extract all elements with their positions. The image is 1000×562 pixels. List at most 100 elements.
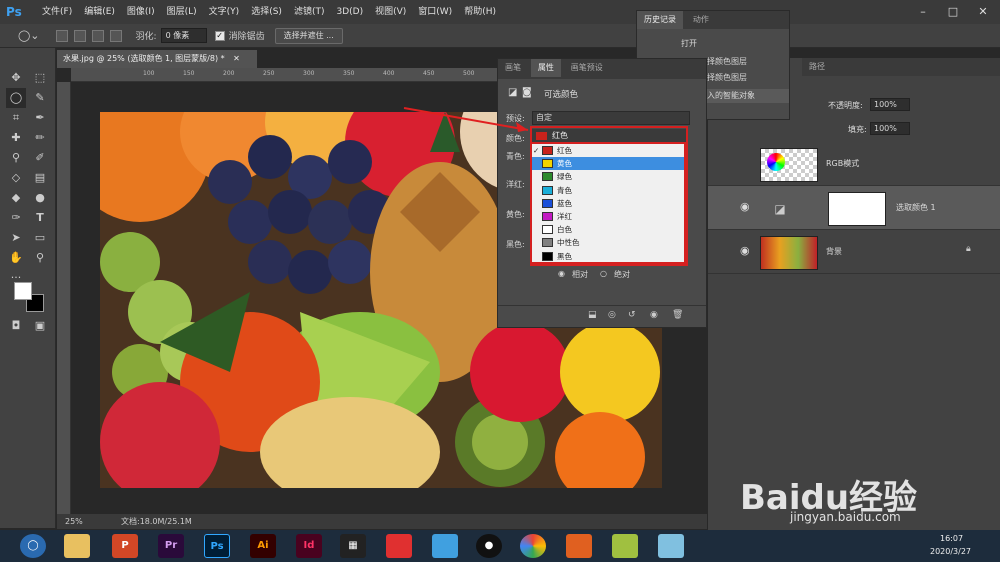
absolute-radio-icon[interactable]: ○ [600, 269, 607, 278]
menu-filter[interactable]: 滤镜(T) [288, 0, 331, 24]
eyedropper-tool-icon[interactable]: ✒ [30, 108, 50, 128]
view-previous-icon[interactable]: ◎ [608, 310, 616, 320]
tab-brush[interactable]: 画笔 [498, 59, 528, 77]
menu-type[interactable]: 文字(Y) [203, 0, 246, 24]
minimize-icon[interactable]: – [908, 0, 938, 24]
blur-tool-icon[interactable]: ◆ [6, 188, 26, 208]
video-editor-icon[interactable]: ▦ [340, 534, 366, 558]
clock-date[interactable]: 2020/3/27 [930, 547, 971, 556]
maximize-icon[interactable]: □ [938, 0, 968, 24]
dodge-tool-icon[interactable]: ● [30, 188, 50, 208]
menu-3d[interactable]: 3D(D) [330, 0, 369, 24]
chrome-icon[interactable] [520, 534, 546, 558]
menu-image[interactable]: 图像(I) [121, 0, 161, 24]
visibility-eye-icon[interactable]: ◉ [740, 200, 750, 213]
path-select-tool-icon[interactable]: ➤ [6, 228, 26, 248]
shape-tool-icon[interactable]: ▭ [30, 228, 50, 248]
relative-radio-icon[interactable]: ◉ [558, 269, 565, 278]
document-tab-title: 水果.jpg @ 25% (选取颜色 1, 图层蒙版/8) * [63, 54, 225, 63]
layer-mask-thumbnail[interactable] [828, 192, 886, 226]
gradient-tool-icon[interactable]: ▤ [30, 168, 50, 188]
antialias-checkbox[interactable]: ✓ [214, 30, 225, 41]
healing-tool-icon[interactable]: ✚ [6, 128, 26, 148]
layer-row[interactable]: ◉ ◪ 选取颜色 1 [708, 186, 1000, 230]
opacity-input[interactable]: 100% [870, 98, 910, 111]
feather-label: 羽化: [135, 32, 157, 42]
foreground-color-swatch[interactable] [14, 282, 32, 300]
move-tool-icon[interactable]: ✥ [6, 68, 26, 88]
quick-mask-icon[interactable]: ◘ [6, 316, 26, 336]
qq-icon[interactable]: ● [476, 534, 502, 558]
tab-brush-presets[interactable]: 画笔预设 [564, 59, 610, 77]
lock-icon: 🔒︎ [966, 244, 971, 254]
crop-tool-icon[interactable]: ⌗ [6, 108, 26, 128]
start-button-icon[interactable]: ◯ [20, 534, 46, 558]
menu-edit[interactable]: 编辑(E) [78, 0, 121, 24]
app-icon[interactable] [566, 534, 592, 558]
tab-properties[interactable]: 属性 [530, 59, 561, 77]
reset-icon[interactable]: ↺ [628, 310, 636, 320]
type-tool-icon[interactable]: T [30, 208, 50, 228]
toggle-visibility-icon[interactable]: ◉ [650, 310, 658, 320]
file-explorer-icon[interactable] [64, 534, 90, 558]
lasso-tool-icon[interactable]: ◯ [6, 88, 26, 108]
preset-select[interactable]: 自定 [532, 111, 690, 125]
layers-panel: 路径 不透明度: 100% 填充: 100% RGB模式 ◉ ◪ 选取颜色 1 … [708, 58, 1000, 530]
brush-tool-icon[interactable]: ✏ [30, 128, 50, 148]
menu-view[interactable]: 视图(V) [369, 0, 412, 24]
app-icon[interactable] [432, 534, 458, 558]
layer-name[interactable]: RGB模式 [826, 158, 859, 169]
close-icon[interactable]: ✕ [968, 0, 998, 24]
layer-name[interactable]: 背景 [826, 246, 842, 257]
intersect-selection-icon[interactable] [109, 29, 122, 42]
opacity-label: 不透明度: [828, 101, 863, 110]
clock-time[interactable]: 16:07 [940, 534, 963, 543]
select-and-mask-button[interactable]: 选择并遮住 ... [274, 27, 343, 44]
layer-name[interactable]: 选取颜色 1 [896, 202, 936, 213]
tab-history[interactable]: 历史记录 [637, 11, 683, 29]
hand-tool-icon[interactable]: ✋ [6, 248, 26, 268]
layer-row[interactable]: RGB模式 [708, 142, 1000, 186]
quick-select-tool-icon[interactable]: ✎ [30, 88, 50, 108]
menu-layer[interactable]: 图层(L) [161, 0, 203, 24]
app-icon[interactable] [658, 534, 684, 558]
menu-window[interactable]: 窗口(W) [412, 0, 458, 24]
clip-to-layer-icon[interactable]: ⬓ [588, 310, 597, 320]
indesign-icon[interactable]: Id [296, 534, 322, 558]
subtract-selection-icon[interactable] [91, 29, 104, 42]
feather-input[interactable]: 0 像素 [160, 28, 207, 43]
close-tab-icon[interactable]: ✕ [233, 54, 240, 63]
zoom-tool-icon[interactable]: ⚲ [30, 248, 50, 268]
menu-help[interactable]: 帮助(H) [458, 0, 502, 24]
mask-icon: ◙ [522, 87, 532, 98]
history-brush-tool-icon[interactable]: ✐ [30, 148, 50, 168]
zoom-level[interactable]: 25% [65, 514, 83, 529]
document-tab[interactable]: 水果.jpg @ 25% (选取颜色 1, 图层蒙版/8) * ✕ [57, 50, 257, 68]
visibility-eye-icon[interactable]: ◉ [740, 244, 750, 257]
eraser-tool-icon[interactable]: ◇ [6, 168, 26, 188]
delete-icon[interactable]: 🗑︎ [672, 310, 683, 320]
screen-mode-icon[interactable]: ▣ [30, 316, 50, 336]
menu-file[interactable]: 文件(F) [36, 0, 78, 24]
illustrator-icon[interactable]: Ai [250, 534, 276, 558]
document-info[interactable]: 文档:18.0M/25.1M [121, 514, 192, 529]
stamp-tool-icon[interactable]: ⚲ [6, 148, 26, 168]
marquee-tool-icon[interactable]: ⬚ [30, 68, 50, 88]
fill-input[interactable]: 100% [870, 122, 910, 135]
ruler-tick: 500 [463, 70, 475, 77]
tab-paths[interactable]: 路径 [802, 58, 832, 76]
history-item[interactable]: 打开 [637, 37, 789, 51]
lasso-tool-preset-icon[interactable]: ◯⌄ [18, 29, 40, 42]
menu-select[interactable]: 选择(S) [245, 0, 288, 24]
app-icon[interactable] [612, 534, 638, 558]
powerpoint-icon[interactable]: P [112, 534, 138, 558]
add-selection-icon[interactable] [73, 29, 86, 42]
premiere-icon[interactable]: Pr [158, 534, 184, 558]
photoshop-taskbar-icon[interactable]: Ps [204, 534, 230, 558]
app-icon[interactable] [386, 534, 412, 558]
adjustment-title: 可选颜色 [544, 90, 579, 100]
layer-row[interactable]: ◉ 背景 🔒︎ [708, 230, 1000, 274]
pen-tool-icon[interactable]: ✑ [6, 208, 26, 228]
tab-actions[interactable]: 动作 [686, 11, 716, 29]
new-selection-icon[interactable] [55, 29, 68, 42]
